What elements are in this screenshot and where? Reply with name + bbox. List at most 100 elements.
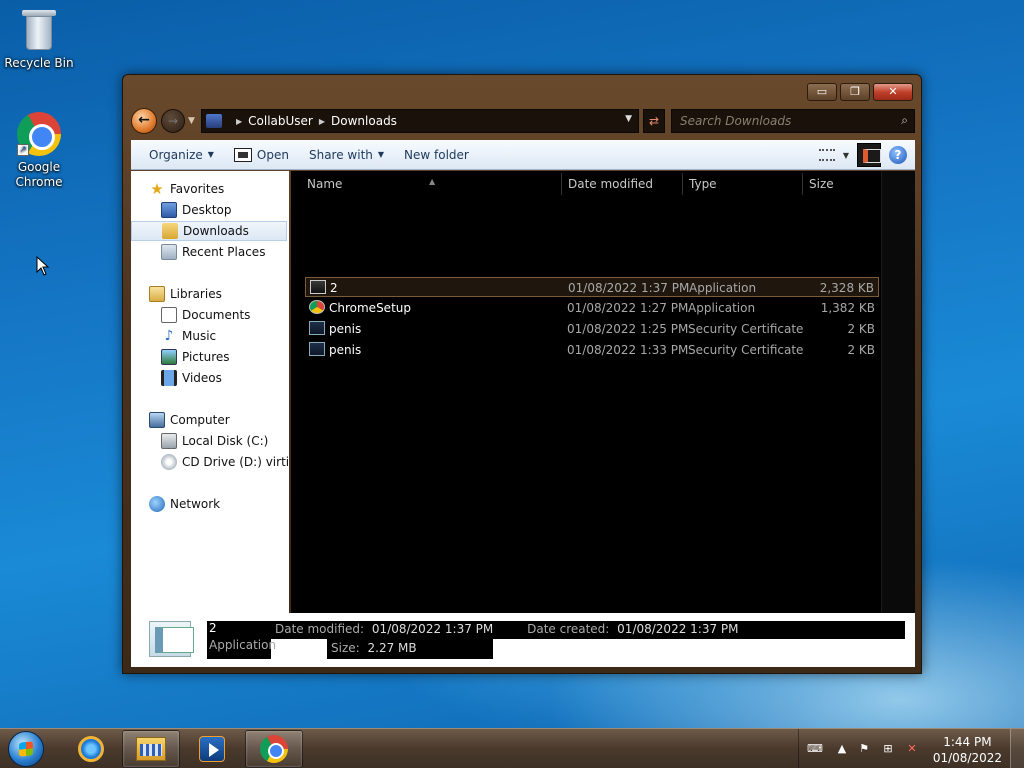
preview-pane-button[interactable] (857, 143, 881, 167)
file-type: Application (689, 281, 757, 295)
nav-label: Recent Places (182, 245, 266, 259)
share-with-button[interactable]: Share with ▼ (299, 148, 394, 162)
share-with-label: Share with (308, 147, 373, 162)
recent-pages-dropdown[interactable]: ▼ (188, 116, 195, 126)
column-date-modified[interactable]: Date modified (568, 177, 653, 191)
file-size: 1,382 KB (820, 301, 875, 315)
search-input[interactable]: Search Downloads ⌕ (671, 109, 915, 133)
show-desktop-button[interactable] (1010, 729, 1024, 768)
nav-label: Pictures (182, 350, 230, 364)
nav-cd-drive[interactable]: CD Drive (D:) virtio-v (161, 452, 289, 472)
file-date: 01/08/2022 1:25 PM (567, 322, 689, 336)
size-label: Size: (331, 641, 360, 655)
file-size: 2,328 KB (819, 281, 874, 295)
nav-local-disk[interactable]: Local Disk (C:) (161, 431, 268, 451)
file-name: penis (329, 322, 362, 336)
details-file-block: 2 Application (207, 621, 276, 659)
nav-pictures[interactable]: Pictures (161, 347, 230, 367)
system-tray: ⌨ ▲ ⚑ ⊞ ✕ 1:44 PM 01/08/2022 (798, 729, 1024, 768)
file-list: ▲ Name Date modified Type Size 2 01/08/2… (291, 171, 915, 613)
window-controls: ▭ ❐ ✕ (807, 83, 913, 101)
show-hidden-icons-icon[interactable]: ▲ (835, 742, 849, 756)
back-button[interactable]: ← (131, 108, 157, 134)
taskbar-media-player[interactable] (183, 730, 241, 768)
clock[interactable]: 1:44 PM 01/08/2022 (933, 734, 1002, 766)
nav-recent-places[interactable]: Recent Places (161, 242, 265, 262)
taskbar-windows-explorer[interactable] (122, 730, 180, 768)
nav-label: Computer (170, 413, 230, 427)
nav-music[interactable]: ♪ Music (161, 326, 217, 346)
date-created-value: 01/08/2022 1:37 PM (617, 622, 739, 636)
organize-button[interactable]: Organize ▼ (139, 148, 224, 162)
taskbar-google-chrome[interactable] (245, 730, 303, 768)
chevron-right-icon: ▶ (318, 116, 326, 126)
nav-label: Desktop (182, 203, 232, 217)
column-name[interactable]: Name (307, 177, 342, 191)
views-icon[interactable] (818, 149, 835, 161)
music-icon: ♪ (164, 328, 174, 344)
desktop-icon-google-chrome[interactable]: ↗ Google Chrome (1, 112, 77, 190)
taskbar-internet-explorer[interactable] (62, 730, 120, 768)
chevron-down-icon: ▼ (207, 150, 214, 159)
chevron-down-icon: ▼ (377, 150, 385, 159)
file-type: Application (688, 301, 756, 315)
column-size[interactable]: Size (809, 177, 834, 191)
nav-favorites[interactable]: ★ Favorites (149, 179, 224, 199)
command-bar: Organize ▼ Open Share with ▼ New folder … (131, 140, 915, 170)
file-row[interactable]: ChromeSetup 01/08/2022 1:27 PM Applicati… (305, 298, 879, 318)
nav-documents[interactable]: Documents (161, 305, 250, 325)
column-type[interactable]: Type (689, 177, 717, 191)
file-size: 2 KB (847, 322, 875, 336)
mouse-cursor-icon (36, 256, 50, 276)
nav-network[interactable]: Network (149, 494, 220, 514)
recycle-bin-icon (22, 8, 56, 52)
new-folder-button[interactable]: New folder (394, 148, 479, 162)
new-folder-label: New folder (404, 147, 469, 162)
nav-downloads[interactable]: Downloads (131, 221, 287, 241)
keyboard-icon[interactable]: ⌨ (807, 742, 823, 756)
nav-desktop[interactable]: Desktop (161, 200, 232, 220)
network-status-icon[interactable]: ⊞ (881, 742, 895, 756)
folder-icon (206, 114, 222, 128)
forward-button[interactable]: → (161, 109, 185, 133)
chevron-down-icon[interactable]: ▼ (843, 151, 849, 160)
action-center-flag-icon[interactable]: ⚑ (857, 742, 871, 756)
details-pane: 2 Application Date modified: 01/08/2022 … (131, 613, 915, 667)
cd-drive-icon (161, 454, 177, 470)
volume-muted-icon[interactable]: ✕ (905, 742, 919, 756)
breadcrumb-downloads[interactable]: Downloads (331, 114, 397, 128)
certificate-icon (309, 321, 325, 335)
nav-videos[interactable]: Videos (161, 368, 222, 388)
network-icon (149, 496, 165, 512)
search-icon: ⌕ (901, 113, 908, 127)
chevron-right-icon: ▶ (236, 116, 243, 126)
desktop-icon-recycle-bin[interactable]: Recycle Bin (1, 8, 77, 71)
breadcrumb-collabuser[interactable]: CollabUser (248, 114, 313, 128)
column-headers: ▲ Name Date modified Type Size (291, 171, 915, 197)
chevron-down-icon[interactable]: ▼ (625, 114, 632, 124)
file-row[interactable]: penis 01/08/2022 1:25 PM Security Certif… (305, 319, 879, 339)
refresh-button[interactable]: ⇄ (643, 109, 665, 133)
nav-libraries[interactable]: Libraries (149, 284, 222, 304)
nav-label: Music (182, 329, 217, 343)
vertical-scrollbar[interactable] (881, 171, 915, 613)
nav-computer[interactable]: Computer (149, 410, 230, 430)
application-icon (310, 280, 326, 294)
address-bar[interactable]: ▶ CollabUser ▶ Downloads ▼ (201, 109, 639, 133)
file-row[interactable]: 2 01/08/2022 1:37 PM Application 2,328 K… (305, 277, 879, 297)
chrome-setup-icon (309, 300, 325, 314)
minimize-button[interactable]: ▭ (807, 83, 837, 101)
help-icon[interactable]: ? (889, 146, 907, 164)
maximize-button[interactable]: ❐ (840, 83, 870, 101)
open-button[interactable]: Open (224, 147, 299, 162)
file-row[interactable]: penis 01/08/2022 1:33 PM Security Certif… (305, 340, 879, 360)
recent-places-icon (161, 244, 177, 260)
start-button[interactable] (8, 731, 44, 767)
libraries-icon (149, 286, 165, 302)
details-size: Size: 2.27 MB (327, 639, 493, 659)
close-button[interactable]: ✕ (873, 83, 913, 101)
organize-label: Organize (149, 147, 203, 162)
date-created-label: Date created: (527, 622, 610, 636)
internet-explorer-icon (78, 736, 104, 762)
nav-label: Network (170, 497, 221, 511)
